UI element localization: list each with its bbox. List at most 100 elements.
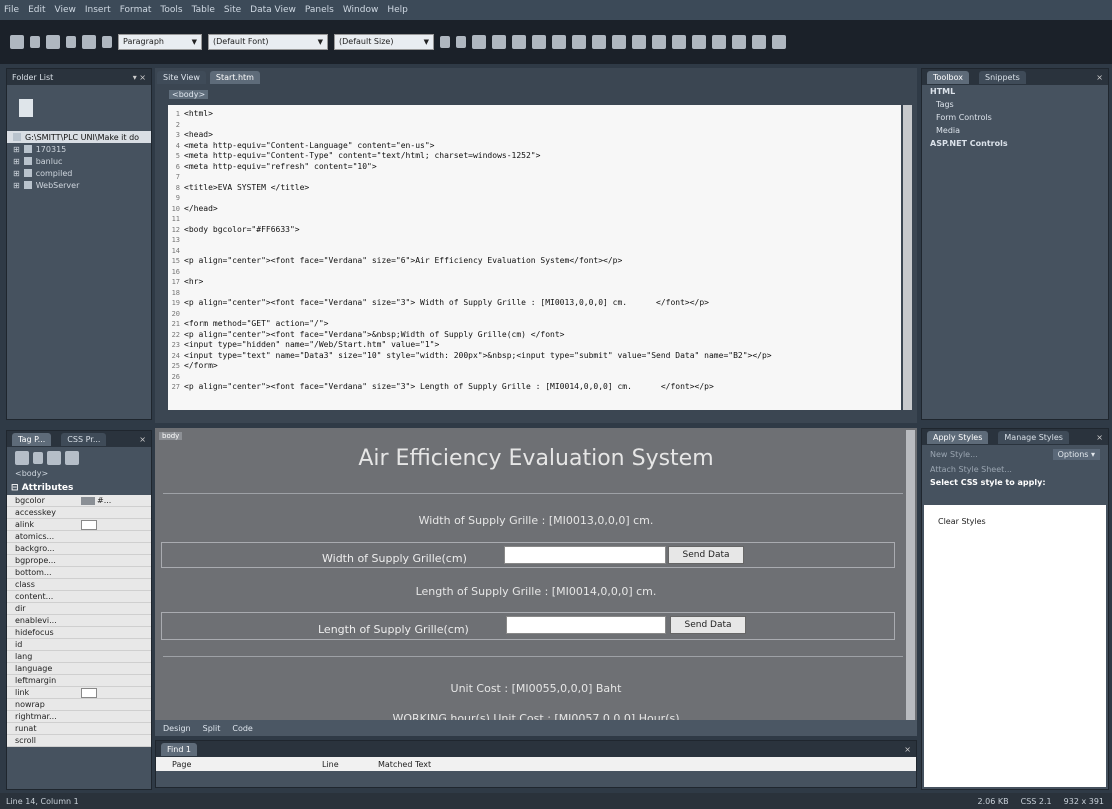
code-line[interactable]: 27 <p align="center"><font face="Verdana"… [172, 382, 901, 393]
outdent-icon[interactable] [632, 35, 646, 49]
pin-icon[interactable]: ▾ × [133, 73, 146, 82]
expand-icon[interactable]: ⊞ [13, 157, 20, 166]
font-color-icon[interactable] [712, 35, 726, 49]
sp-icon[interactable] [102, 36, 112, 48]
image-icon[interactable] [752, 35, 766, 49]
menu-item[interactable]: Table [192, 5, 215, 15]
code-line[interactable]: 17 <hr> [172, 277, 901, 288]
menu-item[interactable]: Panels [305, 5, 334, 15]
numbered-list-icon[interactable] [592, 35, 606, 49]
italic-icon[interactable] [492, 35, 506, 49]
tab-toolbox[interactable]: Toolbox [927, 70, 969, 84]
expand-icon[interactable]: ⊞ [13, 145, 20, 154]
attribute-row[interactable]: dir [7, 603, 151, 615]
attribute-value[interactable] [81, 687, 151, 698]
categorized-icon[interactable] [15, 451, 29, 465]
code-line[interactable]: 14 [172, 246, 901, 257]
tab-find[interactable]: Find 1 [161, 742, 198, 756]
menu-item[interactable]: Format [120, 5, 152, 15]
close-icon[interactable]: × [904, 745, 911, 754]
toolbox-tags-group[interactable]: Tags [922, 98, 1108, 111]
attribute-row[interactable]: bgprope... [7, 555, 151, 567]
open-icon[interactable] [30, 36, 40, 48]
code-line[interactable]: 9 [176, 193, 901, 204]
highlight-icon[interactable] [692, 35, 706, 49]
code-line[interactable]: 23 <input type="hidden" name="/Web/Start.… [172, 340, 901, 351]
menu-item[interactable]: Insert [85, 5, 111, 15]
attribute-row[interactable]: link [7, 687, 151, 699]
attribute-row[interactable]: bottom... [7, 567, 151, 579]
attribute-row[interactable]: alink [7, 519, 151, 531]
menu-item[interactable]: Window [343, 5, 379, 15]
folder-item[interactable]: ⊞ WebServer [7, 179, 151, 191]
align-left-icon[interactable] [532, 35, 546, 49]
undo-icon[interactable] [440, 36, 450, 48]
code-line[interactable]: 24 <input type="text" name="Data3" size="… [172, 351, 901, 362]
column-matched-text[interactable]: Matched Text [378, 760, 578, 769]
attribute-row[interactable]: class [7, 579, 151, 591]
record-icon[interactable] [772, 35, 786, 49]
attribute-row[interactable]: leftmargin [7, 675, 151, 687]
align-right-icon[interactable] [572, 35, 586, 49]
code-line[interactable]: 10 </head> [172, 204, 901, 215]
folder-item[interactable]: ⊞ banluc [7, 155, 151, 167]
code-line[interactable]: 7 [176, 172, 901, 183]
tab-snippets[interactable]: Snippets [979, 70, 1026, 84]
tab-css-properties[interactable]: CSS Pr... [61, 432, 107, 446]
css-version[interactable]: CSS 2.1 [1021, 797, 1052, 806]
redo-icon[interactable] [456, 36, 466, 48]
toolbox-html-group[interactable]: HTML [922, 85, 1108, 98]
tab-design[interactable]: Design [163, 724, 191, 733]
options-button[interactable]: Options ▾ [1052, 448, 1100, 460]
code-view[interactable]: 1 <html> 2 3 <head> 4 <meta http-equiv="Conten… [168, 105, 901, 410]
new-style-link[interactable]: New Style... [930, 450, 978, 459]
folder-item[interactable]: ⊞ compiled [7, 167, 151, 179]
attribute-value[interactable] [81, 519, 151, 530]
menu-item[interactable]: Data View [250, 5, 296, 15]
tag-breadcrumb[interactable]: <body> [7, 469, 151, 483]
toolbox-media-group[interactable]: Media [922, 124, 1108, 137]
attribute-row[interactable]: enablevi... [7, 615, 151, 627]
expand-icon[interactable]: ⊞ [13, 181, 20, 190]
code-line[interactable]: 16 [172, 267, 901, 278]
attribute-row[interactable]: bgcolor #... [7, 495, 151, 507]
attribute-row[interactable]: nowrap [7, 699, 151, 711]
font-select[interactable]: (Default Font) ▼ [208, 34, 328, 50]
code-line[interactable]: 6 <meta http-equiv="refresh" content="10"… [176, 162, 901, 173]
menu-item[interactable]: Help [387, 5, 408, 15]
code-line[interactable]: 12 <body bgcolor="#FF6633"> [172, 225, 901, 236]
code-line[interactable]: 2 [176, 120, 901, 131]
code-line[interactable]: 8 <title>EVA SYSTEM </title> [176, 183, 901, 194]
design-scrollbar[interactable] [906, 430, 915, 720]
code-line[interactable]: 5 <meta http-equiv="Content-Type" content… [176, 151, 901, 162]
attribute-row[interactable]: content... [7, 591, 151, 603]
code-line[interactable]: 22 <p align="center"><font face="Verdana"… [172, 330, 901, 341]
design-view[interactable]: body Air Efficiency Evaluation System Wi… [155, 428, 917, 736]
attribute-row[interactable]: hidefocus [7, 627, 151, 639]
border-icon[interactable] [672, 35, 686, 49]
publish-icon[interactable] [66, 36, 76, 48]
indent-icon[interactable] [652, 35, 666, 49]
folder-item[interactable]: ⊞ 170315 [7, 143, 151, 155]
sort-icon[interactable] [33, 452, 43, 464]
code-line[interactable]: 13 [172, 235, 901, 246]
send-data-button[interactable]: Send Data [670, 616, 746, 634]
tab-start-htm[interactable]: Start.htm [209, 71, 260, 84]
underline-icon[interactable] [512, 35, 526, 49]
new-page-icon[interactable] [10, 35, 24, 49]
bullet-list-icon[interactable] [612, 35, 626, 49]
attribute-row[interactable]: scroll [7, 735, 151, 747]
tab-manage-styles[interactable]: Manage Styles [998, 430, 1069, 444]
attribute-row[interactable]: rightmar... [7, 711, 151, 723]
send-data-button[interactable]: Send Data [668, 546, 744, 564]
body-breadcrumb[interactable]: <body> [169, 90, 209, 99]
width-input[interactable] [504, 546, 666, 564]
attribute-value[interactable]: #... [81, 496, 151, 505]
menu-item[interactable]: File [4, 5, 19, 15]
show-set-icon[interactable] [47, 451, 61, 465]
menu-item[interactable]: Site [224, 5, 241, 15]
bold-icon[interactable] [472, 35, 486, 49]
clear-styles-item[interactable]: Clear Styles [924, 505, 1106, 526]
page-dimensions[interactable]: 932 x 391 [1064, 797, 1104, 806]
code-line[interactable]: 20 [172, 309, 901, 320]
